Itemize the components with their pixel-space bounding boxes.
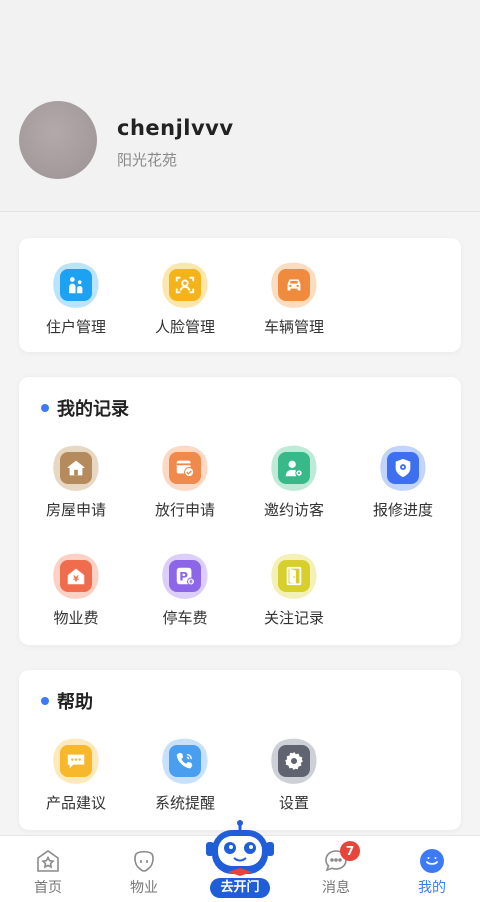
suggestion-chat-icon	[47, 732, 105, 790]
phone-icon	[156, 732, 214, 790]
record-label: 物业费	[53, 609, 99, 627]
username: chenjlvvv	[117, 116, 234, 140]
help-product-suggestion[interactable]: 产品建议	[21, 732, 131, 813]
tab-label: 物业	[130, 880, 158, 896]
door-icon	[265, 547, 323, 605]
pass-check-icon	[156, 439, 214, 497]
record-label: 房屋申请	[45, 501, 106, 519]
help-card: 帮助 产品建议 系统提醒 设置	[19, 670, 461, 830]
community-name: 阳光花苑	[117, 151, 178, 169]
fee-house-icon: ¥	[47, 547, 105, 605]
record-pass-application[interactable]: 放行申请	[130, 439, 240, 520]
profile-smile-icon	[420, 849, 444, 873]
record-label: 停车费	[162, 609, 208, 627]
quick-action-label: 车辆管理	[263, 318, 324, 336]
help-label: 设置	[278, 794, 309, 812]
quick-actions-card: 住户管理 人脸管理 车辆管理	[19, 238, 461, 352]
tab-message[interactable]: 7 消息	[288, 836, 384, 902]
tab-mine[interactable]: 我的	[384, 836, 480, 902]
help-title: 帮助	[41, 688, 93, 714]
help-label: 系统提醒	[154, 794, 215, 812]
gear-icon	[265, 732, 323, 790]
parking-fee-icon: P ¥	[156, 547, 214, 605]
record-follow[interactable]: 关注记录	[239, 547, 349, 628]
tab-home[interactable]: 首页	[0, 836, 96, 902]
family-icon	[47, 256, 105, 314]
record-label: 邀约访客	[263, 501, 324, 519]
title-dot	[41, 697, 49, 705]
help-title-text: 帮助	[57, 692, 93, 713]
help-system-reminder[interactable]: 系统提醒	[130, 732, 240, 813]
open-door-label: 去开门	[210, 878, 270, 898]
quick-action-label: 人脸管理	[154, 318, 215, 336]
title-dot	[41, 404, 49, 412]
repair-shield-icon	[374, 439, 432, 497]
quick-action-label: 住户管理	[45, 318, 106, 336]
tab-label: 我的	[418, 880, 446, 896]
record-repair-progress[interactable]: 报修进度	[348, 439, 458, 520]
svg-text:P: P	[179, 570, 188, 584]
open-door-button[interactable]: 去开门	[196, 820, 284, 902]
message-count-badge: 7	[340, 841, 360, 861]
quick-action-vehicles[interactable]: 车辆管理	[239, 256, 349, 337]
tab-label: 消息	[322, 880, 350, 896]
robot-open-door-icon	[206, 820, 274, 876]
help-settings[interactable]: 设置	[239, 732, 349, 813]
svg-text:¥: ¥	[73, 574, 79, 584]
profile-header: chenjlvvv 阳光花苑	[0, 0, 480, 212]
record-property-fee[interactable]: ¥ 物业费	[21, 547, 131, 628]
avatar[interactable]	[19, 101, 97, 179]
visitor-icon	[265, 439, 323, 497]
record-label: 关注记录	[263, 609, 324, 627]
svg-text:¥: ¥	[189, 580, 193, 586]
home-star-icon	[37, 850, 59, 872]
records-title-text: 我的记录	[57, 399, 129, 420]
record-invite-visitor[interactable]: 邀约访客	[239, 439, 349, 520]
help-label: 产品建议	[45, 794, 106, 812]
record-label: 放行申请	[154, 501, 215, 519]
records-card: 我的记录 房屋申请 放行申请 邀约访客 报修进度 ¥ 物业费 P ¥ 停车费 关…	[19, 377, 461, 645]
car-icon	[265, 256, 323, 314]
property-icon	[134, 850, 154, 872]
records-title: 我的记录	[41, 395, 129, 421]
tab-label: 首页	[34, 880, 62, 896]
record-parking-fee[interactable]: P ¥ 停车费	[130, 547, 240, 628]
quick-action-residents[interactable]: 住户管理	[21, 256, 131, 337]
record-label: 报修进度	[372, 501, 433, 519]
house-icon	[47, 439, 105, 497]
quick-action-face[interactable]: 人脸管理	[130, 256, 240, 337]
face-scan-icon	[156, 256, 214, 314]
tab-property[interactable]: 物业	[96, 836, 192, 902]
record-house-application[interactable]: 房屋申请	[21, 439, 131, 520]
